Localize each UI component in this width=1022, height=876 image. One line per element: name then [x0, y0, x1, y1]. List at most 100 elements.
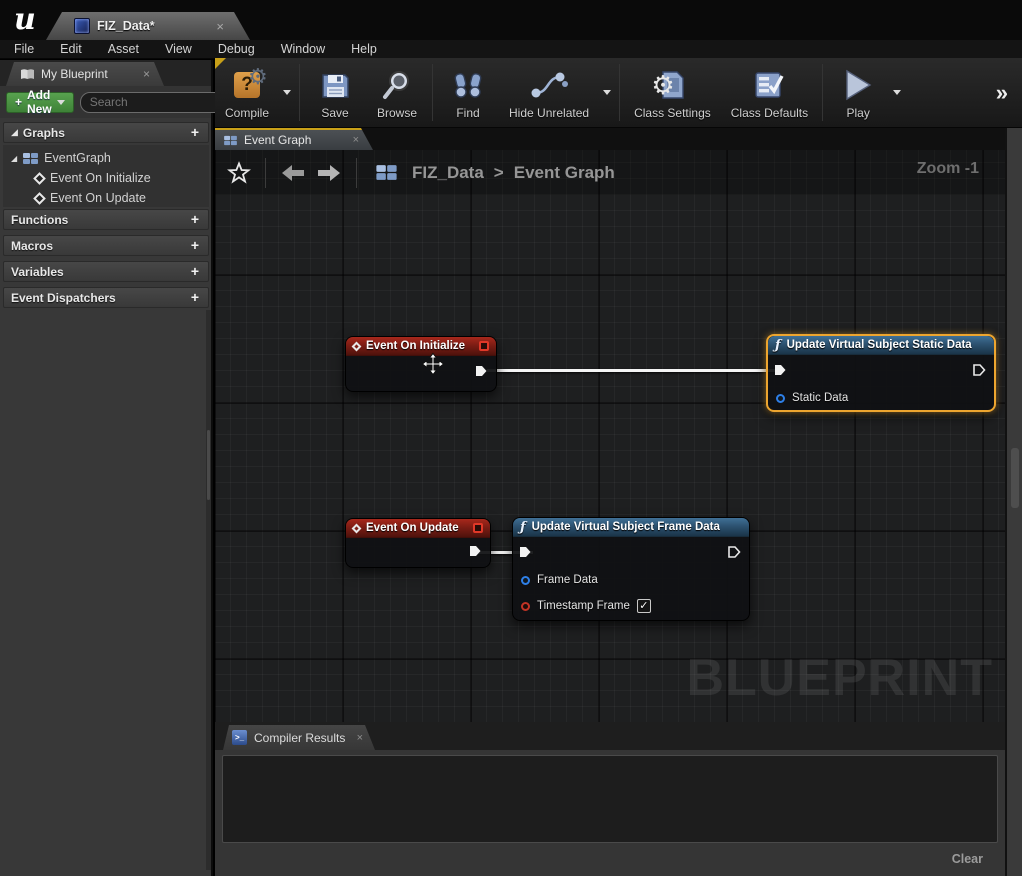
favorite-star-icon[interactable] — [227, 161, 251, 185]
delegate-pin-icon[interactable] — [473, 523, 483, 533]
close-icon[interactable]: × — [357, 732, 363, 744]
event-graph-tab-title: Event Graph — [244, 133, 311, 147]
compiler-results-panel: >_ Compiler Results × Clear — [215, 722, 1005, 876]
add-macro-button[interactable]: + — [186, 238, 204, 254]
add-graph-button[interactable]: + — [186, 125, 204, 141]
book-icon — [20, 68, 35, 81]
expand-arrow-icon[interactable]: ◢ — [11, 127, 18, 138]
chevron-down-icon[interactable] — [893, 90, 901, 95]
add-new-button[interactable]: + Add New — [6, 92, 74, 113]
menu-file[interactable]: File — [14, 42, 48, 56]
timestamp-frame-pin[interactable] — [521, 602, 530, 611]
my-blueprint-tab[interactable]: My Blueprint × — [6, 62, 164, 86]
node-update-virtual-subject-frame-data[interactable]: ƒ Update Virtual Subject Frame Data Fram… — [512, 517, 750, 621]
play-icon — [843, 69, 873, 101]
menu-asset[interactable]: Asset — [108, 42, 153, 56]
section-graphs[interactable]: ◢ Graphs + — [3, 122, 209, 143]
toolbar-separator — [619, 64, 620, 121]
section-macros-label: Macros — [11, 239, 53, 253]
compiler-results-tab-title: Compiler Results — [254, 731, 345, 745]
clear-button[interactable]: Clear — [952, 852, 983, 866]
section-macros[interactable]: Macros + — [3, 235, 209, 256]
section-variables[interactable]: Variables + — [3, 261, 209, 282]
breadcrumb-current[interactable]: Event Graph — [514, 163, 615, 183]
add-variable-button[interactable]: + — [186, 264, 204, 280]
close-icon[interactable]: × — [143, 67, 150, 81]
event-graph-tab[interactable]: Event Graph × — [215, 128, 373, 150]
my-blueprint-panel: My Blueprint × + Add New ◢ Graphs + — [0, 60, 213, 876]
toolbar-overflow-button[interactable]: » — [982, 80, 1022, 106]
menu-view[interactable]: View — [165, 42, 206, 56]
add-function-button[interactable]: + — [186, 212, 204, 228]
graph-icon — [23, 153, 38, 164]
close-icon[interactable]: × — [216, 20, 224, 33]
sidebar-scrollbar[interactable] — [206, 310, 211, 870]
exec-wire-initialize-to-static — [487, 369, 779, 372]
blueprint-graph-canvas[interactable]: FIZ_Data > Event Graph Zoom -1 BLUEPRINT… — [215, 150, 1005, 722]
forward-arrow-icon[interactable] — [316, 163, 342, 183]
close-icon[interactable]: × — [353, 134, 359, 146]
pin-label: Frame Data — [537, 574, 598, 586]
exec-output-pin[interactable] — [468, 544, 482, 558]
save-icon — [320, 70, 350, 100]
add-new-label: Add New — [27, 88, 52, 116]
timestamp-frame-checkbox[interactable]: ✓ — [637, 599, 651, 613]
compiler-output-area[interactable] — [222, 755, 998, 843]
tree-item-event-on-initialize[interactable]: Event On Initialize — [11, 168, 209, 188]
hide-unrelated-button[interactable]: Hide Unrelated — [499, 58, 599, 127]
save-button[interactable]: Save — [304, 58, 366, 127]
divider — [356, 158, 357, 188]
find-button[interactable]: Find — [437, 58, 499, 127]
scrollbar-thumb[interactable] — [1011, 448, 1019, 508]
section-functions-label: Functions — [11, 213, 68, 227]
tree-item-eventgraph[interactable]: ◢ EventGraph — [11, 148, 209, 168]
breadcrumb: FIZ_Data > Event Graph — [412, 163, 615, 183]
move-cursor-icon — [421, 352, 445, 376]
delegate-pin-icon[interactable] — [479, 341, 489, 351]
play-button[interactable]: Play — [827, 58, 889, 127]
exec-output-pin[interactable] — [474, 364, 488, 378]
right-panel-edge[interactable] — [1005, 128, 1022, 876]
blueprint-watermark: BLUEPRINT — [686, 648, 993, 708]
toolbar-separator — [822, 64, 823, 121]
expand-arrow-icon[interactable]: ◢ — [11, 154, 17, 163]
menu-help[interactable]: Help — [351, 42, 391, 56]
asset-tab-fiz-data[interactable]: FIZ_Data* × — [46, 12, 250, 40]
function-icon: ƒ — [775, 338, 781, 353]
back-arrow-icon[interactable] — [280, 163, 306, 183]
tree-item-event-on-update[interactable]: Event On Update — [11, 188, 209, 208]
menu-edit[interactable]: Edit — [60, 42, 96, 56]
compiler-results-tab[interactable]: >_ Compiler Results × — [223, 725, 375, 750]
browse-button[interactable]: Browse — [366, 58, 428, 127]
menu-bar: File Edit Asset View Debug Window Help — [0, 40, 1022, 59]
chevron-right-icon: > — [494, 163, 504, 183]
eventgraph-label: EventGraph — [44, 151, 111, 165]
chevron-down-icon[interactable] — [603, 90, 611, 95]
pin-label: Timestamp Frame — [537, 600, 630, 612]
exec-output-pin[interactable] — [972, 363, 986, 377]
blueprint-asset-icon — [74, 18, 90, 34]
asset-tab-title: FIZ_Data* — [97, 19, 155, 33]
toolbar-separator — [432, 64, 433, 121]
node-update-virtual-subject-static-data[interactable]: ƒ Update Virtual Subject Static Data Sta… — [766, 334, 996, 412]
exec-output-pin[interactable] — [727, 545, 741, 559]
section-event-dispatchers[interactable]: Event Dispatchers + — [3, 287, 209, 308]
class-defaults-button[interactable]: Class Defaults — [721, 58, 818, 127]
node-event-on-update[interactable]: Event On Update — [345, 518, 491, 568]
chevron-down-icon[interactable] — [283, 90, 291, 95]
static-data-pin[interactable] — [776, 394, 785, 403]
event-diamond-icon — [33, 192, 46, 205]
section-graphs-label: Graphs — [23, 126, 65, 140]
menu-window[interactable]: Window — [281, 42, 339, 56]
add-event-dispatcher-button[interactable]: + — [186, 290, 204, 306]
main-toolbar: ⚙ ? Compile Save Browse — [215, 58, 1022, 128]
breadcrumb-root[interactable]: FIZ_Data — [412, 163, 484, 183]
graphs-tree: ◢ EventGraph Event On Initialize Event O… — [3, 145, 209, 207]
class-settings-button[interactable]: ⚙ Class Settings — [624, 58, 721, 127]
menu-debug[interactable]: Debug — [218, 42, 269, 56]
blueprint-icon — [376, 165, 396, 180]
exec-input-pin[interactable] — [518, 545, 532, 559]
exec-input-pin[interactable] — [773, 363, 787, 377]
section-functions[interactable]: Functions + — [3, 209, 209, 230]
frame-data-pin[interactable] — [521, 576, 530, 585]
